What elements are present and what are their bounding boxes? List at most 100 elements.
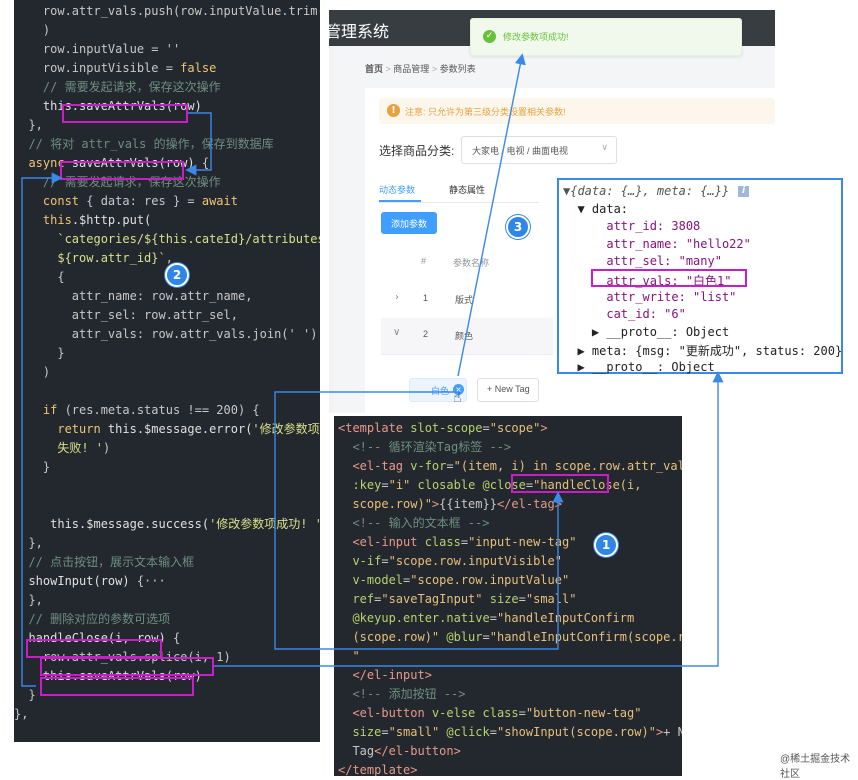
highlight-save-call-2 bbox=[40, 677, 194, 696]
code-line: @keyup.enter.native="handleInputConfirm bbox=[338, 611, 635, 625]
code-line: <el-button v-else class="button-new-tag" bbox=[338, 706, 642, 720]
code-line: row.inputValue = '' bbox=[14, 42, 181, 56]
code-line: ) bbox=[14, 23, 51, 37]
step-badge-2: 2 bbox=[165, 263, 189, 287]
code-line: <el-input class="input-new-tag" bbox=[338, 535, 577, 549]
code-line: ${row.attr_id}`, bbox=[14, 251, 173, 265]
code-line: row.inputVisible = false bbox=[14, 61, 217, 75]
add-param-button[interactable]: 添加参数 bbox=[381, 212, 437, 234]
breadcrumb-goods[interactable]: 商品管理 bbox=[393, 64, 429, 74]
code-line: return this.$message.error('修改参数项 bbox=[14, 422, 320, 436]
breadcrumb-params: 参数列表 bbox=[439, 64, 476, 74]
check-circle-icon: ✓ bbox=[483, 30, 496, 43]
console-line: attr_sel: "many" bbox=[563, 254, 722, 269]
console-line[interactable]: ▶ __proto__: Object bbox=[563, 360, 714, 374]
tabs: 动态参数 静态属性 bbox=[379, 178, 539, 203]
col-name: 参数名称 bbox=[453, 258, 490, 268]
code-line: } bbox=[14, 346, 65, 360]
highlight-attr-vals bbox=[591, 269, 747, 287]
new-tag-label: + New Tag bbox=[487, 384, 530, 394]
breadcrumb: 首页 > 商品管理 > 参数列表 bbox=[365, 64, 476, 74]
chevron-down-icon: ∨ bbox=[601, 143, 608, 153]
code-line: `categories/${this.cateId}/attributes/ bbox=[14, 232, 320, 246]
code-line: " bbox=[338, 649, 360, 663]
code-line: attr_name: row.attr_name, bbox=[14, 289, 253, 303]
attr-tag-label: 白色 bbox=[431, 386, 450, 396]
code-line: // 将对 attr_vals 的操作，保存到数据库 bbox=[14, 137, 274, 151]
console-line[interactable]: ▶ meta: {msg: "更新成功", status: 200} bbox=[563, 342, 842, 359]
code-line: }, bbox=[14, 593, 43, 607]
code-line: </el-input> bbox=[338, 668, 432, 682]
code-line: } bbox=[14, 460, 51, 474]
code-line: ) bbox=[14, 365, 51, 379]
code-line: }, bbox=[14, 707, 29, 721]
highlight-splice bbox=[40, 657, 214, 676]
code-line: <!-- 输入的文本框 --> bbox=[338, 516, 490, 530]
console-line: cat_id: "6" bbox=[563, 307, 686, 322]
code-line: showInput(row) {··· bbox=[14, 574, 166, 588]
console-line[interactable]: ▶ __proto__: Object bbox=[563, 325, 729, 339]
console-line: attr_name: "hello22" bbox=[563, 236, 751, 251]
code-line: Tag</el-button> bbox=[338, 744, 461, 758]
toast-message: 修改参数项成功! bbox=[503, 32, 569, 42]
highlight-save-call bbox=[62, 104, 188, 123]
template-code-editor: <template slot-scope="scope"> <!-- 循环渲染T… bbox=[334, 416, 682, 776]
alert-text: 注意: 只允许为第三级分类设置相关参数! bbox=[405, 107, 566, 117]
code-line: row.attr_vals.push(row.inputValue.trim() bbox=[14, 4, 320, 18]
app-title: 管理系统 bbox=[329, 24, 390, 41]
success-toast: ✓ 修改参数项成功! bbox=[470, 18, 742, 56]
code-line: scope.row)">{{item}}</el-tag> bbox=[338, 497, 562, 511]
alert-warning: ! 注意: 只允许为第三级分类设置相关参数! bbox=[379, 98, 775, 124]
code-line: ref="saveTagInput" size="small" bbox=[338, 592, 577, 606]
highlight-close-handler bbox=[511, 474, 609, 493]
code-line: v-model="scope.row.inputValue" bbox=[338, 573, 570, 587]
step-badge-3: 3 bbox=[506, 215, 530, 239]
cursor-hand-icon: ☝ bbox=[453, 390, 462, 406]
code-line: this.$message.success('修改参数项成功! ') bbox=[50, 517, 320, 531]
code-line: <!-- 循环渲染Tag标签 --> bbox=[338, 440, 512, 454]
chevron-right-icon[interactable]: › bbox=[395, 292, 399, 303]
warning-icon: ! bbox=[387, 104, 400, 117]
code-line: const { data: res } = await bbox=[14, 194, 238, 208]
code-line: </template> bbox=[338, 763, 418, 776]
code-line: } bbox=[14, 688, 36, 702]
cate-value: 大家电 / 电视 / 曲面电视 bbox=[472, 146, 569, 156]
highlight-handle-close bbox=[26, 639, 162, 658]
code-line: v-if="scope.row.inputVisible" bbox=[338, 554, 562, 568]
info-icon: i bbox=[738, 186, 749, 197]
code-line: <el-tag v-for="(item, i) in scope.row.at… bbox=[338, 459, 682, 473]
console-line: attr_write: "list" bbox=[563, 289, 737, 304]
code-line: 失败! ') bbox=[14, 441, 111, 455]
console-line[interactable]: ▼{data: {…}, meta: {…}} bbox=[563, 184, 729, 198]
table-header: # 参数名称 bbox=[381, 242, 553, 283]
code-line: if (res.meta.status !== 200) { bbox=[14, 403, 260, 417]
console-line[interactable]: ▼ data: bbox=[563, 202, 628, 216]
row-name: 版式 bbox=[455, 295, 474, 305]
add-param-label: 添加参数 bbox=[391, 219, 428, 229]
row-index: 1 bbox=[423, 293, 429, 303]
tab-static-attrs[interactable]: 静态属性 bbox=[449, 183, 485, 196]
tab-dynamic-params[interactable]: 动态参数 bbox=[379, 183, 415, 196]
code-line: <!-- 添加按钮 --> bbox=[338, 687, 466, 701]
breadcrumb-home[interactable]: 首页 bbox=[365, 64, 383, 74]
row-name: 颜色 bbox=[455, 331, 474, 341]
code-line: (scope.row)" @blur="handleInputConfirm(s… bbox=[338, 630, 682, 644]
cate-cascader[interactable]: 大家电 / 电视 / 曲面电视 ∨ bbox=[461, 136, 617, 164]
code-line: this.$http.put( bbox=[42, 213, 152, 227]
table-row[interactable]: › 1 版式 bbox=[381, 282, 553, 319]
code-line: attr_sel: row.attr_sel, bbox=[14, 308, 238, 322]
code-line: // 需要发起请求，保存这次操作 bbox=[14, 80, 221, 94]
code-line: { bbox=[14, 270, 65, 284]
code-line: <template slot-scope="scope"> bbox=[338, 421, 548, 435]
params-table: # 参数名称 › 1 版式 ∨ 2 颜色 bbox=[381, 242, 553, 372]
tab-active-bar bbox=[379, 200, 421, 202]
row-index: 2 bbox=[423, 329, 429, 339]
code-line: }, bbox=[14, 118, 43, 132]
chevron-down-icon[interactable]: ∨ bbox=[393, 327, 400, 338]
console-line: attr_id: 3808 bbox=[563, 219, 701, 234]
code-line: }, bbox=[14, 536, 43, 550]
col-index: # bbox=[421, 256, 427, 266]
table-row[interactable]: ∨ 2 颜色 bbox=[381, 318, 553, 355]
step-badge-1: 1 bbox=[594, 533, 618, 557]
new-tag-button[interactable]: + New Tag bbox=[477, 378, 539, 402]
